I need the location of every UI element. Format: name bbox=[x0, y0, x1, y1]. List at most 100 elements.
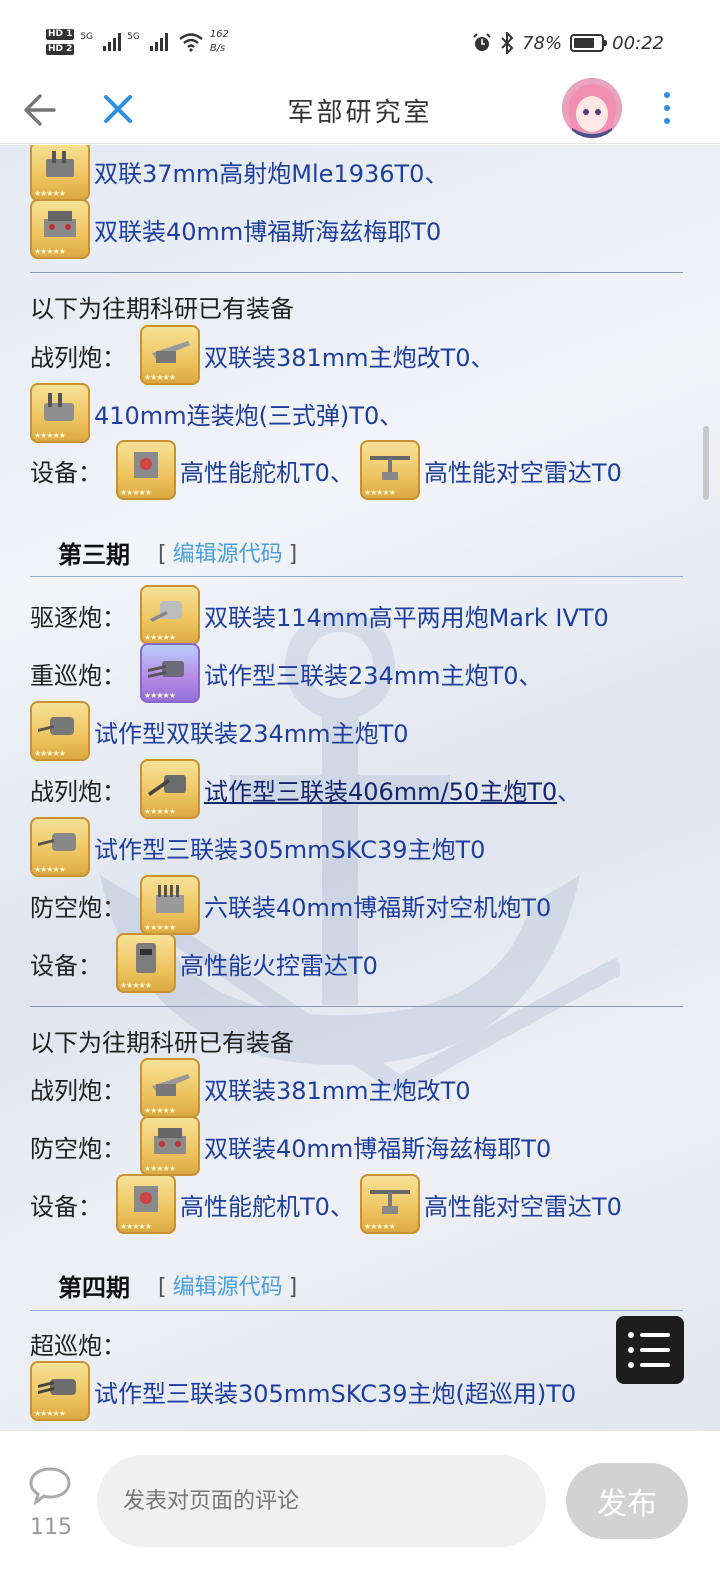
equipment-item[interactable]: ★★★★★ 双联装40mm博福斯海兹梅耶T0 bbox=[140, 1116, 551, 1176]
category-label: 设备： bbox=[30, 1192, 102, 1221]
bracket-close: ] bbox=[288, 1275, 298, 1300]
status-right: 78% 00:22 bbox=[472, 32, 664, 54]
bluetooth-icon bbox=[501, 32, 514, 54]
category-label: 战列炮： bbox=[30, 343, 126, 372]
equipment-link[interactable]: 双联装381mm主炮改T0 bbox=[204, 338, 471, 373]
edit-source-link[interactable]: 编辑源代码 bbox=[173, 1275, 283, 1300]
back-arrow-icon bbox=[24, 94, 56, 126]
equipment-row: 防空炮： ★★★★★ 双联装40mm博福斯海兹梅耶T0 bbox=[30, 1116, 551, 1176]
equipment-link[interactable]: 高性能舵机T0 bbox=[180, 1187, 330, 1222]
equipment-item[interactable]: ★★★★★ 试作型三联装305mmSKC39主炮(超巡用)T0 bbox=[30, 1361, 576, 1421]
bracket-close: ] bbox=[288, 542, 298, 567]
net-speed-value: 162 bbox=[209, 29, 229, 40]
equipment-row: 设备： ★★★★★ 高性能火控雷达T0 bbox=[30, 933, 378, 993]
publish-button[interactable]: 发布 bbox=[566, 1463, 688, 1539]
equipment-icon: ★★★★★ bbox=[140, 643, 200, 703]
equipment-item[interactable]: ★★★★★ 双联装381mm主炮改T0 bbox=[140, 1058, 471, 1118]
equipment-link[interactable]: 试作型三联装234mm主炮T0 bbox=[204, 656, 519, 691]
comment-input[interactable] bbox=[97, 1455, 546, 1547]
category-label: 重巡炮： bbox=[30, 661, 126, 690]
equipment-icon: ★★★★★ bbox=[140, 585, 200, 645]
signal-2-icon bbox=[149, 33, 168, 51]
category-label: 防空炮： bbox=[30, 893, 126, 922]
equipment-link[interactable]: 高性能对空雷达T0 bbox=[424, 453, 622, 488]
equipment-link[interactable]: 双联装114mm高平两用炮Mark IVT0 bbox=[204, 598, 609, 633]
equipment-icon: ★★★★★ bbox=[30, 199, 90, 259]
equipment-link[interactable]: 试作型双联装234mm主炮T0 bbox=[94, 714, 409, 749]
battery-icon bbox=[570, 34, 608, 52]
back-button[interactable] bbox=[22, 90, 58, 130]
equipment-item[interactable]: ★★★★★ 双联装381mm主炮改T0 、 bbox=[140, 325, 495, 385]
equipment-link[interactable]: 试作型三联装305mmSKC39主炮T0 bbox=[94, 830, 485, 865]
net-speed-unit: B/s bbox=[209, 43, 226, 54]
equipment-icon: ★★★★★ bbox=[116, 440, 176, 500]
section-heading: 第四期 [编辑源代码] bbox=[58, 1265, 297, 1305]
equipment-item[interactable]: ★★★★★ 六联装40mm博福斯对空机炮T0 bbox=[140, 875, 551, 935]
equipment-item[interactable]: ★★★★★ 试作型三联装406mm/50主炮T0 、 bbox=[140, 759, 581, 819]
equipment-link[interactable]: 高性能舵机T0 bbox=[180, 453, 330, 488]
equipment-item[interactable]: ★★★★★ 试作型三联装234mm主炮T0 、 bbox=[140, 643, 543, 703]
equipment-item[interactable]: ★★★★★ 高性能对空雷达T0 bbox=[359, 440, 622, 500]
category-label: 战列炮： bbox=[30, 1076, 126, 1105]
more-options-button[interactable] bbox=[660, 88, 674, 128]
equipment-icon: ★★★★★ bbox=[359, 1174, 420, 1234]
page-title: 军部研究室 bbox=[287, 98, 433, 128]
toc-list-line bbox=[628, 1362, 684, 1368]
user-avatar[interactable] bbox=[562, 78, 622, 138]
equipment-link[interactable]: 高性能火控雷达T0 bbox=[180, 946, 378, 981]
section-divider bbox=[30, 1310, 683, 1311]
equipment-item[interactable]: ★★★★★ 高性能火控雷达T0 bbox=[116, 933, 378, 993]
equipment-link[interactable]: 双联37mm高射炮Mle1936T0 bbox=[94, 154, 424, 189]
equipment-item[interactable]: ★★★★★ 高性能舵机T0 、 bbox=[116, 440, 354, 500]
equipment-item[interactable]: ★★★★★ 410mm连装炮(三式弹)T0 、 bbox=[30, 383, 403, 443]
equipment-item[interactable]: ★★★★★ 双联装114mm高平两用炮Mark IVT0 bbox=[140, 585, 609, 645]
equipment-row: 防空炮： ★★★★★ 六联装40mm博福斯对空机炮T0 bbox=[30, 875, 551, 935]
scrollbar-thumb[interactable] bbox=[703, 426, 709, 500]
equipment-item[interactable]: ★★★★★ 双联装40mm博福斯海兹梅耶T0 bbox=[30, 199, 441, 259]
equipment-link[interactable]: 双联装40mm博福斯海兹梅耶T0 bbox=[204, 1129, 551, 1164]
equipment-row: 战列炮： ★★★★★ 双联装381mm主炮改T0 、 bbox=[30, 325, 495, 385]
edit-source-link[interactable]: 编辑源代码 bbox=[173, 542, 283, 567]
net-speed: 162 B/s bbox=[210, 28, 229, 56]
equipment-item[interactable]: ★★★★★ 高性能舵机T0 、 bbox=[116, 1174, 354, 1234]
article-content[interactable]: ★★★★★ 双联37mm高射炮Mle1936T0 、 ★★★★★ 双联装40mm… bbox=[0, 145, 720, 1430]
equipment-item[interactable]: ★★★★★ 高性能对空雷达T0 bbox=[359, 1174, 622, 1234]
comment-count: 115 bbox=[30, 1515, 72, 1540]
equipment-icon: ★★★★★ bbox=[30, 701, 90, 761]
equipment-item[interactable]: ★★★★★ 双联37mm高射炮Mle1936T0 、 bbox=[30, 145, 448, 201]
equipment-icon: ★★★★★ bbox=[116, 933, 176, 993]
section-title: 第四期 bbox=[58, 1273, 130, 1302]
section-heading: 第三期 [编辑源代码] bbox=[58, 532, 297, 572]
more-dot-icon bbox=[664, 118, 670, 125]
equipment-row: 战列炮： ★★★★★ 双联装381mm主炮改T0 bbox=[30, 1058, 471, 1118]
equipment-link[interactable]: 六联装40mm博福斯对空机炮T0 bbox=[204, 888, 551, 923]
equipment-icon: ★★★★★ bbox=[140, 1116, 200, 1176]
equipment-item[interactable]: ★★★★★ 试作型双联装234mm主炮T0 bbox=[30, 701, 409, 761]
close-button[interactable] bbox=[100, 88, 136, 130]
toc-list-icon bbox=[628, 1332, 684, 1338]
divider bbox=[30, 1006, 683, 1007]
equipment-link[interactable]: 高性能对空雷达T0 bbox=[424, 1187, 622, 1222]
equipment-item[interactable]: ★★★★★ 试作型三联装305mmSKC39主炮T0 bbox=[30, 817, 485, 877]
equipment-link[interactable]: 410mm连装炮(三式弹)T0 bbox=[94, 396, 379, 431]
equipment-link[interactable]: 双联装381mm主炮改T0 bbox=[204, 1071, 471, 1106]
equipment-row: 战列炮： ★★★★★ 试作型三联装406mm/50主炮T0 、 bbox=[30, 759, 581, 819]
equipment-link[interactable]: 双联装40mm博福斯海兹梅耶T0 bbox=[94, 212, 441, 247]
separator: 、 bbox=[379, 401, 404, 430]
status-left: HD 1 HD 2 5G 5G 162 B/s bbox=[46, 28, 229, 56]
equipment-row: ★★★★★ 双联37mm高射炮Mle1936T0 、 bbox=[30, 145, 448, 201]
category-label: 驱逐炮： bbox=[30, 603, 126, 632]
separator: 、 bbox=[470, 343, 495, 372]
equipment-icon: ★★★★★ bbox=[140, 759, 200, 819]
comment-bubble-icon[interactable] bbox=[28, 1465, 72, 1505]
category-label: 超巡炮： bbox=[30, 1331, 126, 1360]
separator: 、 bbox=[557, 777, 582, 806]
equipment-link[interactable]: 试作型三联装305mmSKC39主炮(超巡用)T0 bbox=[94, 1374, 576, 1409]
clock: 00:22 bbox=[612, 32, 664, 54]
previous-equipment-heading: 以下为往期科研已有装备 bbox=[30, 1028, 294, 1057]
bracket-open: [ bbox=[158, 1275, 167, 1300]
edit-source-wrapper: [编辑源代码] bbox=[158, 1269, 297, 1301]
equipment-link[interactable]: 试作型三联装406mm/50主炮T0 bbox=[204, 772, 557, 807]
equipment-row: ★★★★★ 试作型三联装305mmSKC39主炮(超巡用)T0 bbox=[30, 1361, 576, 1421]
toc-button[interactable] bbox=[616, 1316, 684, 1384]
